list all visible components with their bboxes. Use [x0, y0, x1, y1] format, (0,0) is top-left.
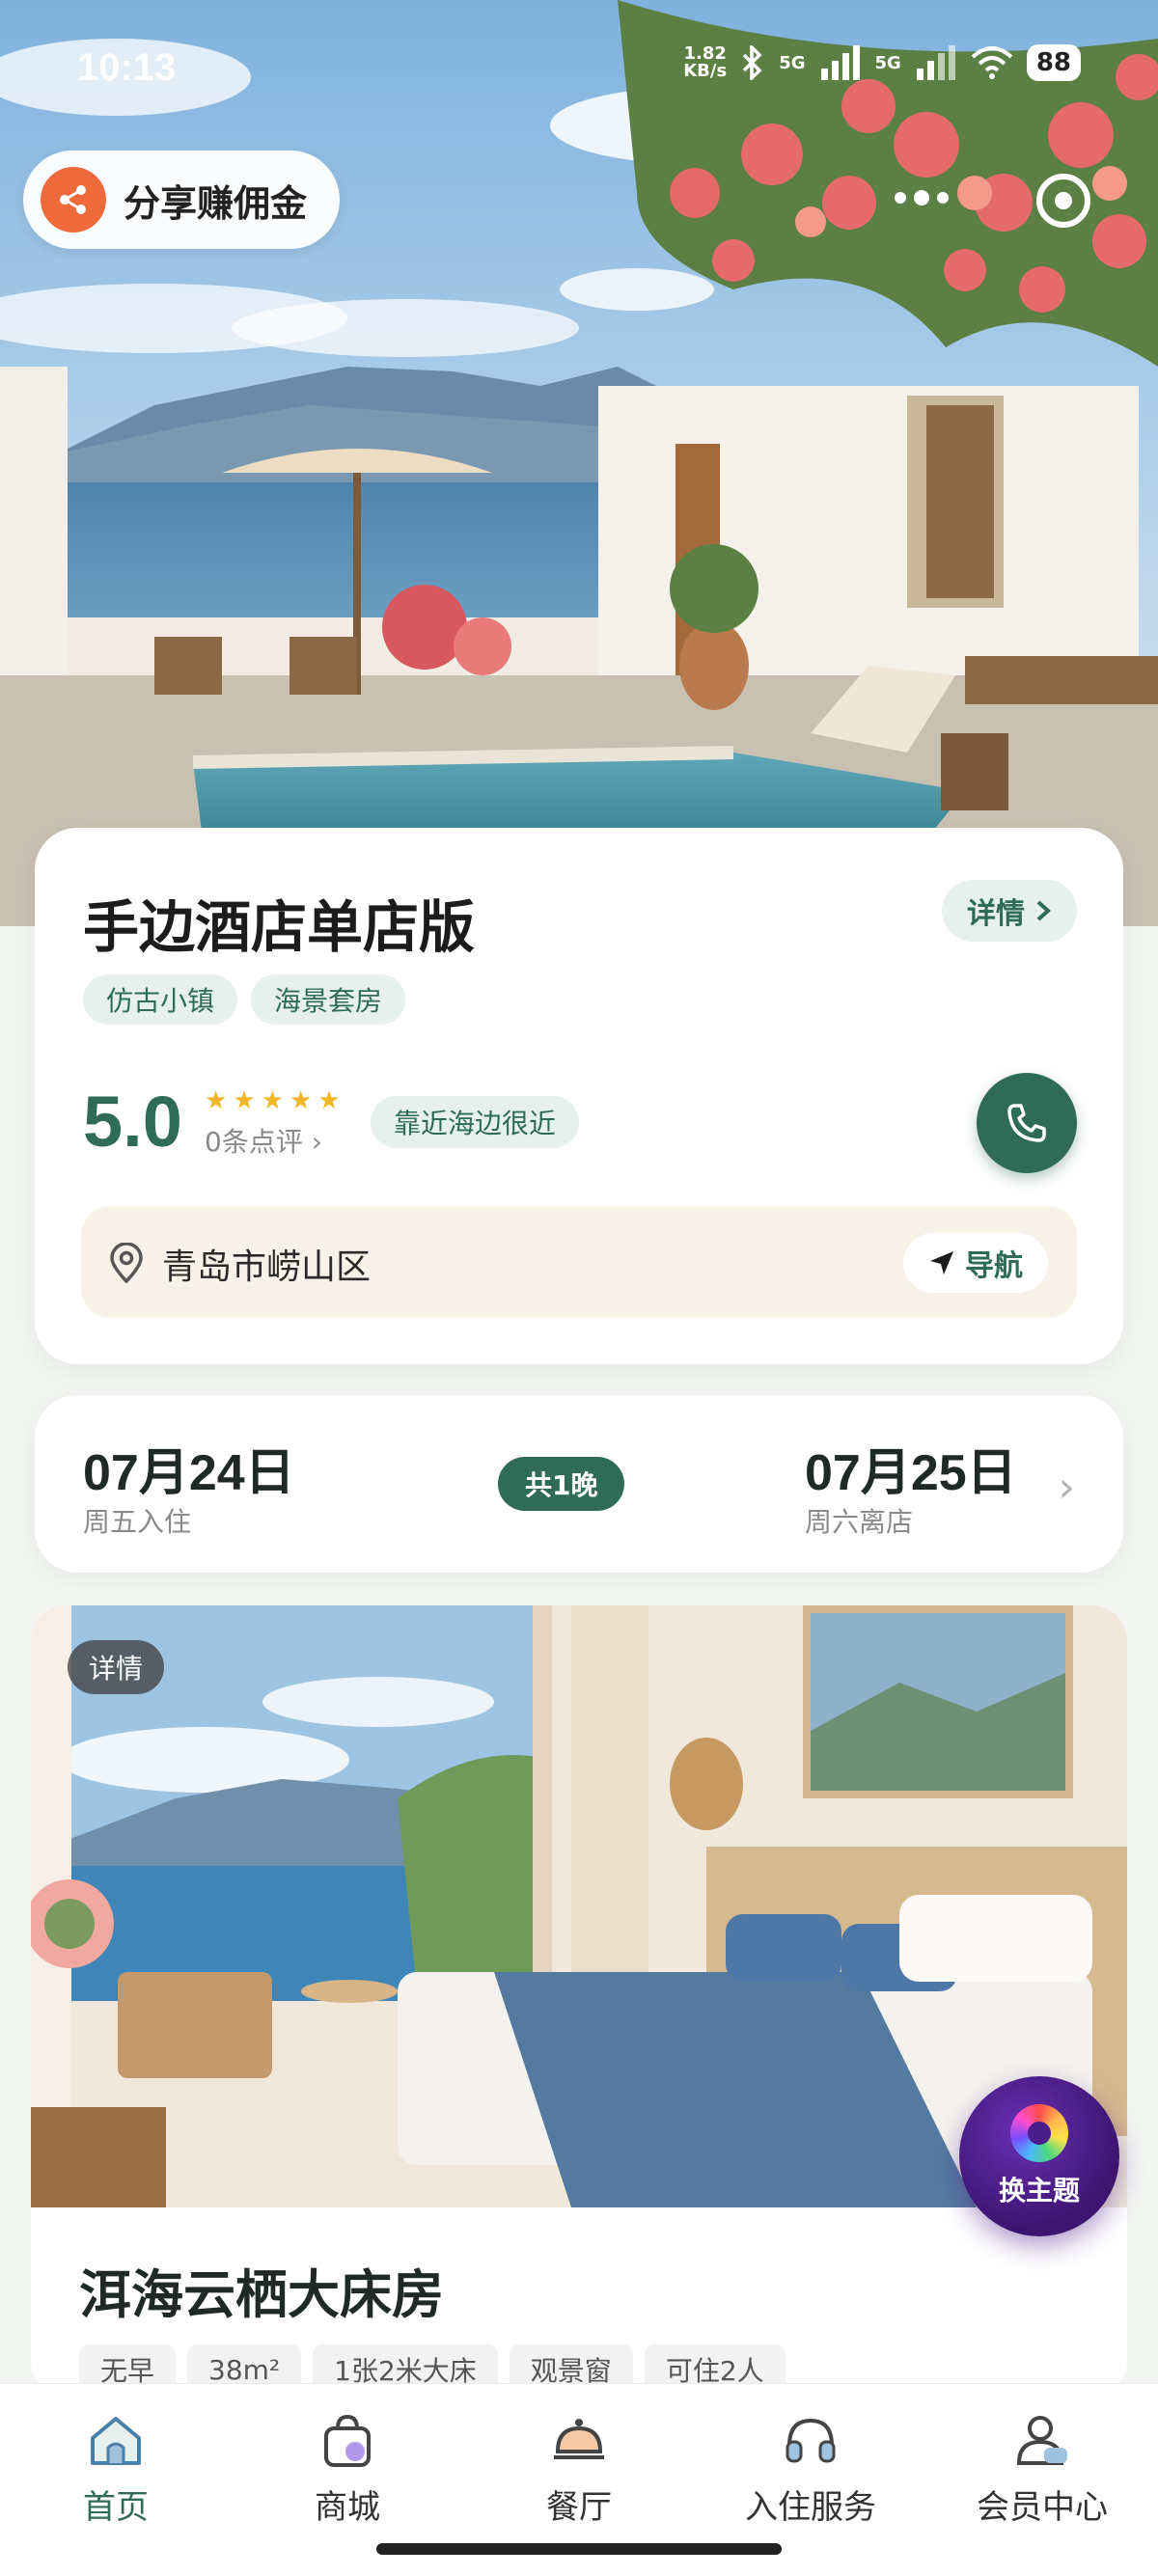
wifi-icon — [971, 46, 1013, 79]
tab-checkin-service-label: 入住服务 — [745, 2488, 876, 2527]
chevron-right-icon — [1036, 900, 1051, 921]
tab-member-label: 会员中心 — [977, 2488, 1108, 2527]
dining-bell-icon — [554, 2419, 604, 2459]
check-in-date: 07月24日 — [83, 1445, 295, 1501]
tab-dining-label: 餐厅 — [546, 2488, 612, 2527]
bluetooth-icon — [742, 45, 762, 80]
speed-unit: KB/s — [683, 61, 728, 81]
hotel-tag: 海景套房 — [251, 974, 406, 1025]
chevron-right-icon: › — [311, 1126, 322, 1158]
address-text: 青岛市崂山区 — [162, 1247, 372, 1287]
star-icon: ★ — [261, 1086, 284, 1115]
nearby-tag: 靠近海边很近 — [371, 1096, 580, 1148]
more-dots-icon[interactable] — [888, 178, 955, 217]
check-in-label: 周五入住 — [83, 1506, 192, 1538]
hotel-detail-label: 详情 — [967, 897, 1025, 931]
hero-scene-image — [0, 0, 1158, 926]
hotel-tag: 仿古小镇 — [83, 974, 238, 1025]
navigate-button[interactable]: 导航 — [903, 1233, 1048, 1293]
chevron-right-icon: › — [1058, 1463, 1075, 1512]
tab-home[interactable]: 首页 — [0, 2384, 232, 2576]
hotel-info-card: 手边酒店单店版 详情 仿古小镇 海景套房 5.0 ★ ★ ★ ★ ★ 0条点评 … — [35, 828, 1123, 1364]
stay-date-card[interactable]: 07月24日 周五入住 共1晚 07月25日 周六离店 › — [35, 1395, 1123, 1573]
tab-member[interactable]: 会员中心 — [926, 2384, 1158, 2576]
star-icon: ★ — [205, 1086, 228, 1115]
network-speed: 1.82 KB/s — [683, 45, 727, 80]
call-button[interactable] — [977, 1073, 1077, 1173]
headset-icon — [786, 2418, 836, 2463]
net-type-1: 5G — [779, 52, 806, 73]
status-icons: 1.82 KB/s 5G 5G 88 — [683, 44, 1081, 81]
tab-shop-label: 商城 — [315, 2488, 380, 2527]
location-pin-icon — [110, 1243, 143, 1283]
tab-home-label: 首页 — [83, 2488, 149, 2527]
color-wheel-icon — [1010, 2104, 1068, 2162]
share-label: 分享赚佣金 — [124, 181, 308, 225]
star-icon: ★ — [289, 1086, 313, 1115]
rating-score: 5.0 — [83, 1082, 182, 1162]
signal-icon-1 — [820, 45, 860, 80]
change-theme-button[interactable]: 换主题 — [959, 2076, 1119, 2236]
home-indicator[interactable] — [376, 2543, 782, 2555]
status-time: 10:13 — [77, 46, 177, 89]
home-icon — [91, 2417, 141, 2465]
check-out-date: 07月25日 — [805, 1445, 1017, 1501]
check-out-label: 周六离店 — [805, 1506, 914, 1538]
room-detail-button[interactable]: 详情 — [68, 1640, 165, 1694]
target-icon[interactable] — [1036, 174, 1090, 228]
change-theme-label: 换主题 — [998, 2175, 1080, 2206]
hotel-detail-button[interactable]: 详情 — [942, 880, 1077, 942]
hotel-tags: 仿古小镇 海景套房 — [83, 974, 406, 1025]
hotel-name: 手边酒店单店版 — [83, 894, 476, 960]
shop-bag-icon — [324, 2414, 371, 2467]
net-type-2: 5G — [874, 52, 901, 73]
room-card[interactable]: 详情 洱海云栖大床房 无早 38m² 1张2米大床 观景窗 可住2人 — [31, 1605, 1127, 2397]
room-name: 洱海云栖大床房 — [79, 2264, 444, 2325]
rating-stars: ★ ★ ★ ★ ★ — [205, 1088, 341, 1113]
status-bar: 10:13 1.82 KB/s 5G 5G 88 — [0, 0, 1158, 135]
review-count-link[interactable]: 0条点评 › — [205, 1121, 322, 1160]
star-icon: ★ — [317, 1086, 341, 1115]
signal-icon-2 — [916, 45, 955, 80]
star-icon: ★ — [233, 1086, 256, 1115]
phone-icon — [1007, 1104, 1046, 1142]
nights-badge: 共1晚 — [498, 1457, 625, 1511]
review-count-text: 0条点评 — [205, 1126, 303, 1158]
hero-banner — [0, 0, 1158, 926]
share-icon — [41, 167, 106, 233]
address-box: 青岛市崂山区 导航 — [81, 1206, 1077, 1318]
battery-indicator: 88 — [1026, 44, 1081, 81]
room-image — [31, 1605, 1127, 2207]
navigation-arrow-icon — [930, 1251, 953, 1274]
member-icon — [1016, 2416, 1067, 2465]
navigate-label: 导航 — [965, 1249, 1023, 1283]
share-earn-button[interactable]: 分享赚佣金 — [23, 151, 340, 249]
